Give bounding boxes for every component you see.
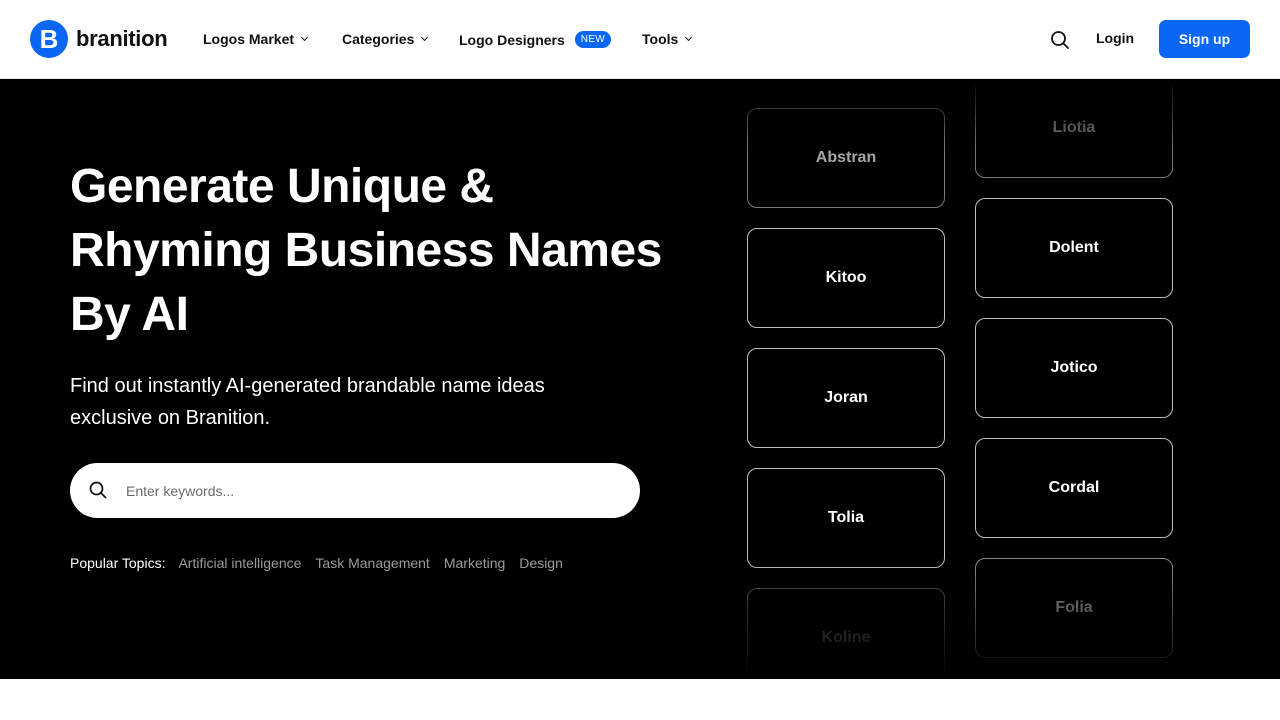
topic-link[interactable]: Task Management	[315, 555, 429, 571]
chevron-down-icon	[421, 33, 429, 42]
nav-logos-market[interactable]: Logos Market	[203, 31, 309, 47]
name-card-label: Joran	[824, 389, 868, 406]
nav-logo-designers[interactable]: Logo Designers NEW	[459, 31, 612, 48]
name-card[interactable]: Abstran	[747, 108, 945, 208]
login-link[interactable]: Login	[1096, 30, 1134, 46]
brand-logo[interactable]: B branition	[30, 20, 168, 58]
name-card-label: Jotico	[1050, 359, 1098, 376]
chevron-down-icon	[300, 33, 309, 42]
hero-section: Generate Unique & Rhyming Business Names…	[0, 79, 1280, 679]
topic-link[interactable]: Marketing	[444, 555, 505, 571]
name-card-label: Cordal	[1048, 479, 1100, 496]
chevron-down-icon	[685, 33, 693, 42]
navbar: B branition Logos Market Categories Logo…	[0, 0, 1280, 79]
name-card-label: Dolent	[1049, 239, 1099, 256]
signup-button[interactable]: Sign up	[1159, 20, 1250, 58]
hero-headline: Generate Unique & Rhyming Business Names…	[70, 160, 662, 341]
name-card-label: Tolia	[827, 509, 865, 526]
name-card-label: Folia	[1055, 599, 1093, 616]
topic-link[interactable]: Artificial intelligence	[178, 555, 301, 571]
brand-logo-mark: B	[30, 20, 68, 58]
search-icon[interactable]	[1049, 29, 1071, 51]
name-card-label: Liotia	[1052, 119, 1096, 136]
name-card-label: Abstran	[815, 149, 877, 166]
name-card[interactable]: Cordal	[975, 438, 1173, 538]
nav-logos-market-label: Logos Market	[203, 31, 295, 47]
name-card[interactable]: Folia	[975, 558, 1173, 658]
below-hero-area	[0, 679, 1280, 720]
name-card[interactable]: Koline	[747, 588, 945, 679]
popular-topics-label: Popular Topics:	[70, 555, 166, 571]
nav-tools[interactable]: Tools	[642, 31, 693, 47]
name-card[interactable]: Dolent	[975, 198, 1173, 298]
name-card[interactable]: Jotico	[975, 318, 1173, 418]
nav-logo-designers-label: Logo Designers	[459, 31, 565, 48]
nav-tools-label: Tools	[642, 31, 679, 47]
name-card[interactable]: Liotia	[975, 79, 1173, 178]
keyword-search-input[interactable]	[126, 463, 616, 518]
keyword-search-bar	[70, 463, 640, 518]
name-card-label: Koline	[821, 629, 871, 646]
topic-link[interactable]: Design	[519, 555, 563, 571]
hero-subtitle: Find out instantly AI-generated brandabl…	[70, 375, 545, 429]
brand-logo-text: branition	[76, 26, 168, 51]
popular-topics: Popular Topics: Artificial intelligence …	[70, 555, 577, 571]
name-card[interactable]: Tolia	[747, 468, 945, 568]
name-card-label: Kitoo	[825, 269, 867, 286]
nav-categories-label: Categories	[342, 31, 415, 47]
new-badge: NEW	[574, 31, 612, 48]
nav-categories[interactable]: Categories	[342, 31, 429, 47]
search-icon	[88, 480, 108, 500]
name-card[interactable]: Kitoo	[747, 228, 945, 328]
name-card[interactable]: Joran	[747, 348, 945, 448]
